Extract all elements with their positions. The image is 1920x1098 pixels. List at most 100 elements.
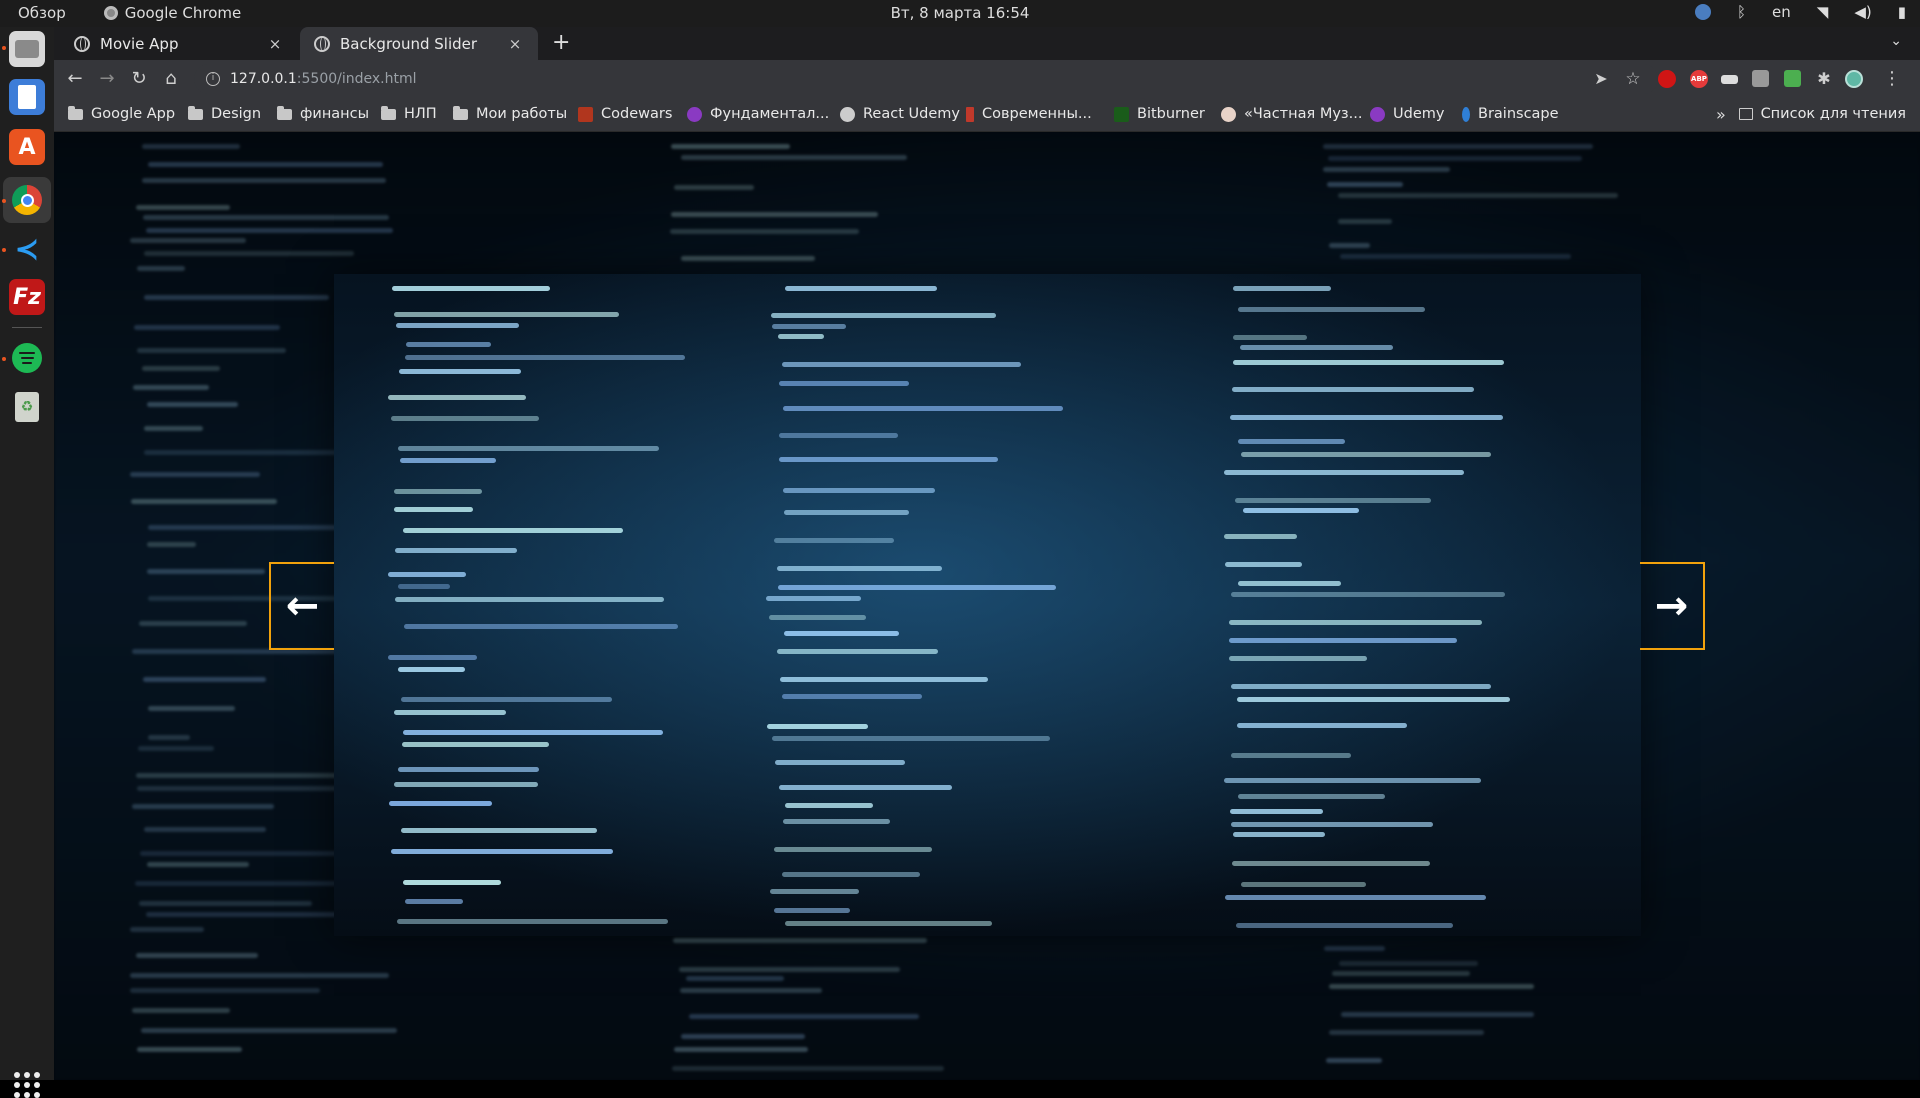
back-arrow-icon[interactable]: ← — [63, 67, 87, 91]
address-bar[interactable]: i 127.0.0.1:5500/index.html — [194, 64, 1658, 94]
vscode-icon[interactable]: ≺ — [9, 231, 45, 267]
code-texture-line — [394, 311, 619, 317]
tab-search-chevron-icon[interactable]: ⌄ — [1890, 33, 1902, 49]
bookmarks-bar: Google App Design финансы НЛП Мои работы… — [54, 98, 1920, 132]
code-texture-line — [784, 286, 937, 291]
bookmark-star-icon[interactable]: ☆ — [1621, 67, 1645, 91]
code-texture-line — [1233, 832, 1325, 838]
bookmark-folder[interactable]: Мои работы — [453, 105, 567, 122]
code-texture-line — [782, 487, 935, 493]
site-info-icon[interactable]: i — [206, 72, 220, 86]
code-texture-line — [388, 654, 477, 660]
bookmark-brainscape[interactable]: Brainscape — [1462, 106, 1559, 122]
files-icon[interactable] — [9, 31, 45, 67]
bookmark-folder[interactable]: финансы — [277, 105, 369, 122]
tab-background-slider[interactable]: Background Slider × — [300, 27, 538, 60]
bookmark-label: Bitburner — [1137, 106, 1205, 122]
trash-icon[interactable]: ♻ — [9, 389, 45, 425]
udemy-icon — [1370, 106, 1385, 122]
bookmark-codewars[interactable]: Codewars — [578, 106, 672, 122]
code-texture-line — [679, 967, 901, 973]
code-texture-line — [138, 621, 248, 627]
extension-opera-icon[interactable] — [1658, 70, 1676, 88]
text-editor-icon[interactable] — [9, 79, 45, 115]
bookmark-bitburner[interactable]: Bitburner — [1114, 106, 1205, 122]
extension-screen-icon[interactable] — [1721, 75, 1738, 84]
clock[interactable]: Вт, 8 марта 16:54 — [0, 4, 1920, 22]
code-texture-line — [402, 741, 550, 747]
menu-kebab-icon[interactable]: ⋮ — [1880, 67, 1904, 91]
code-texture-line — [769, 614, 866, 620]
adblock-icon[interactable]: ABP — [1690, 70, 1708, 88]
running-indicator — [2, 46, 6, 50]
bookmark-udemy[interactable]: Udemy — [1370, 106, 1444, 122]
code-texture-line — [689, 1013, 920, 1019]
slider-next-arrow-button[interactable]: → — [1640, 562, 1705, 650]
bookmark-react-udemy[interactable]: React Udemy — [840, 106, 960, 122]
code-texture-line — [136, 952, 259, 958]
battery-icon[interactable]: ▮ — [1898, 3, 1906, 21]
code-texture-line — [1223, 534, 1298, 540]
spotify-icon[interactable] — [9, 340, 45, 376]
new-tab-button[interactable]: + — [552, 31, 570, 55]
code-texture-line — [144, 251, 354, 257]
tab-movie-app[interactable]: Movie App × — [60, 27, 298, 60]
code-texture-line — [136, 265, 186, 271]
bookmark-folder[interactable]: Google App — [68, 105, 176, 122]
status-app-icon[interactable] — [1695, 4, 1712, 20]
extensions-puzzle-icon[interactable]: ✱ — [1812, 67, 1836, 91]
code-texture-line — [669, 228, 859, 234]
filezilla-icon[interactable]: Fz — [9, 279, 45, 315]
browser-window: Movie App × Background Slider × + ⌄ ← → … — [54, 27, 1920, 132]
wifi-icon[interactable]: ◥ — [1817, 3, 1829, 21]
code-texture-line — [1231, 387, 1475, 393]
bookmark-fundamental[interactable]: Фундаментал... — [687, 106, 829, 122]
bookmark-folder[interactable]: Design — [188, 105, 261, 122]
software-center-icon[interactable]: A — [9, 129, 45, 165]
send-tab-icon[interactable]: ➤ — [1589, 67, 1613, 91]
code-texture-line — [148, 162, 383, 168]
code-texture-line — [147, 401, 238, 407]
code-texture-line — [779, 432, 899, 438]
show-applications-button[interactable] — [14, 1072, 40, 1098]
bookmark-sovremenny[interactable]: Современны... — [966, 106, 1092, 122]
bookmark-label: Google App — [91, 106, 176, 122]
code-texture-line — [403, 729, 663, 735]
bookmark-label: Brainscape — [1478, 106, 1559, 122]
bookmarks-overflow-button[interactable]: » — [1716, 105, 1726, 124]
forward-arrow-icon[interactable]: → — [95, 67, 119, 91]
code-texture-line — [1238, 306, 1426, 312]
code-texture-line — [1223, 778, 1482, 784]
code-texture-line — [1242, 507, 1359, 513]
reload-icon[interactable]: ↻ — [127, 67, 151, 91]
tab-close-button[interactable]: × — [506, 35, 524, 53]
volume-icon[interactable]: ◀) — [1854, 3, 1871, 21]
folder-icon — [68, 105, 83, 120]
bluetooth-icon[interactable]: ᛒ — [1737, 3, 1746, 21]
code-texture-line — [129, 237, 246, 243]
home-icon[interactable]: ⌂ — [159, 67, 183, 91]
code-texture-line — [403, 624, 678, 630]
globe-icon — [314, 35, 330, 52]
code-texture-line — [148, 735, 190, 741]
bookmark-chastnaya-muz[interactable]: «Частная Муз... — [1221, 106, 1362, 122]
profile-avatar[interactable] — [1845, 70, 1863, 88]
reading-list-button[interactable]: Список для чтения — [1738, 106, 1906, 122]
code-texture-line — [1240, 882, 1366, 888]
extension-grey-icon[interactable] — [1752, 70, 1769, 87]
code-texture-line — [143, 426, 203, 432]
code-texture-line — [400, 697, 613, 703]
slider-prev-arrow-button[interactable]: ← — [269, 562, 334, 650]
code-texture-line — [391, 849, 613, 855]
code-texture-line — [783, 630, 900, 636]
reading-list-label: Список для чтения — [1760, 106, 1906, 122]
keyboard-language[interactable]: en — [1772, 3, 1791, 21]
code-texture-line — [391, 416, 539, 422]
globe-icon — [840, 106, 855, 122]
code-texture-line — [784, 509, 910, 515]
tab-close-button[interactable]: × — [266, 35, 284, 53]
bookmark-folder[interactable]: НЛП — [381, 105, 437, 122]
code-texture-line — [130, 973, 389, 979]
extension-green-icon[interactable] — [1784, 70, 1801, 87]
chrome-icon[interactable] — [9, 182, 45, 218]
